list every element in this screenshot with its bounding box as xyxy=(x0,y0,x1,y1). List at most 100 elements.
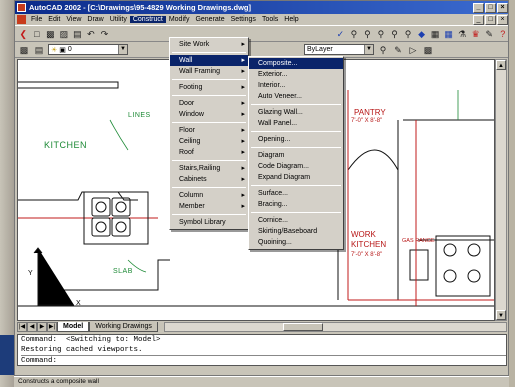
menu-item-quoining[interactable]: Quoining... xyxy=(249,237,343,248)
layers-manager-icon[interactable]: ▩ xyxy=(18,44,30,56)
menu-item-exterior[interactable]: Exterior... xyxy=(249,69,343,80)
prev-tab-icon[interactable]: ◀ xyxy=(27,321,37,332)
menu-construct[interactable]: Construct xyxy=(129,16,166,23)
menu-item-door[interactable]: Door xyxy=(170,98,248,109)
layer-previous-icon[interactable]: ▤ xyxy=(33,44,45,56)
zoom-previous-icon[interactable]: ⚲ xyxy=(376,28,387,40)
scroll-track[interactable] xyxy=(496,70,506,310)
menu-item-site-work[interactable]: Site Work xyxy=(170,39,248,50)
tab-working-drawings[interactable]: Working Drawings xyxy=(89,321,158,332)
menu-item-member[interactable]: Member xyxy=(170,201,248,212)
design-center-icon[interactable]: ▦ xyxy=(430,28,441,40)
command-prompt[interactable]: Command: xyxy=(21,355,506,366)
menu-item-expand-diagram[interactable]: Expand Diagram xyxy=(249,172,343,183)
tool-palette-icon[interactable]: ▦ xyxy=(443,28,454,40)
zoom-realtime-icon[interactable]: ⚲ xyxy=(349,28,360,40)
menu-separator xyxy=(172,122,246,123)
menu-item-ceiling[interactable]: Ceiling xyxy=(170,136,248,147)
menu-utility[interactable]: Utility xyxy=(107,16,130,23)
menu-separator xyxy=(251,185,341,186)
menu-file[interactable]: File xyxy=(28,16,45,23)
kitchen-label: KITCHEN xyxy=(44,140,88,150)
command-line[interactable]: Command: <Switching to: Model> Restoring… xyxy=(17,334,507,366)
layer-states-icon[interactable]: ▩ xyxy=(422,44,434,56)
ucs-y-label: Y xyxy=(28,270,33,277)
adcenter-icon[interactable]: ⚗ xyxy=(457,28,468,40)
menu-draw[interactable]: Draw xyxy=(84,16,106,23)
save-icon[interactable]: ▨ xyxy=(59,28,70,40)
menu-item-column[interactable]: Column xyxy=(170,190,248,201)
pan-icon[interactable]: ✓ xyxy=(335,28,346,40)
first-tab-icon[interactable]: |◀ xyxy=(17,321,27,332)
redo-icon[interactable]: ↷ xyxy=(99,28,110,40)
print-icon[interactable]: ▤ xyxy=(72,28,83,40)
menu-modify[interactable]: Modify xyxy=(166,16,193,23)
minimize-button[interactable]: _ xyxy=(473,2,484,13)
menu-separator xyxy=(172,160,246,161)
tab-model[interactable]: Model xyxy=(57,321,90,332)
help-icon[interactable]: ? xyxy=(497,28,508,40)
menu-separator xyxy=(251,147,341,148)
menu-tools[interactable]: Tools xyxy=(259,16,281,23)
close-button[interactable]: × xyxy=(497,2,508,13)
open-file-icon[interactable]: ▩ xyxy=(45,28,56,40)
quick-select-icon[interactable]: ▷ xyxy=(407,44,419,56)
menu-item-roof[interactable]: Roof xyxy=(170,147,248,158)
layer-dropdown[interactable]: ☀ ▣ 0 ▼ xyxy=(48,44,128,55)
menu-item-wall-panel[interactable]: Wall Panel... xyxy=(249,118,343,129)
document-icon[interactable] xyxy=(17,15,26,24)
pantry-label: PANTRY xyxy=(354,108,386,117)
autocad-app-icon[interactable] xyxy=(17,3,26,12)
menu-item-cornice[interactable]: Cornice... xyxy=(249,215,343,226)
zoom-in-icon[interactable]: ⚲ xyxy=(389,28,400,40)
horizontal-scroll-thumb[interactable] xyxy=(282,322,323,331)
menu-item-surface[interactable]: Surface... xyxy=(249,188,343,199)
menu-item-composite[interactable]: Composite... xyxy=(249,58,343,69)
properties-icon[interactable]: ◆ xyxy=(416,28,427,40)
horizontal-scrollbar[interactable] xyxy=(163,321,507,332)
markup-icon[interactable]: ✎ xyxy=(484,28,495,40)
menu-help[interactable]: Help xyxy=(281,16,301,23)
menu-edit[interactable]: Edit xyxy=(45,16,63,23)
zoom-window-icon[interactable]: ⚲ xyxy=(362,28,373,40)
restore-button[interactable]: □ xyxy=(485,2,496,13)
doc-restore-button[interactable]: □ xyxy=(485,14,496,25)
undo-icon[interactable]: ↶ xyxy=(86,28,97,40)
scroll-up-icon[interactable]: ▲ xyxy=(496,60,506,70)
menu-item-stairs-railing[interactable]: Stairs,Railing xyxy=(170,163,248,174)
zoom-out-icon[interactable]: ⚲ xyxy=(403,28,414,40)
document-controls: _ □ × xyxy=(472,14,508,25)
menu-settings[interactable]: Settings xyxy=(228,16,259,23)
menu-item-cabinets[interactable]: Cabinets xyxy=(170,174,248,185)
menu-item-footing[interactable]: Footing xyxy=(170,82,248,93)
new-file-icon[interactable]: □ xyxy=(32,28,43,40)
menu-view[interactable]: View xyxy=(63,16,84,23)
next-tab-icon[interactable]: ▶ xyxy=(37,321,47,332)
vertical-scrollbar[interactable]: ▲ ▼ xyxy=(495,59,507,321)
scroll-down-icon[interactable]: ▼ xyxy=(496,310,506,320)
menu-item-diagram[interactable]: Diagram xyxy=(249,150,343,161)
menu-item-opening[interactable]: Opening... xyxy=(249,134,343,145)
menu-item-skirting-baseboard[interactable]: Skirting/Baseboard xyxy=(249,226,343,237)
wall-submenu: Composite... Exterior... Interior... Aut… xyxy=(248,56,344,250)
dbconnect-icon[interactable]: ♛ xyxy=(470,28,481,40)
menu-item-auto-veneer[interactable]: Auto Veneer... xyxy=(249,91,343,102)
doc-close-button[interactable]: × xyxy=(497,14,508,25)
doc-minimize-button[interactable]: _ xyxy=(473,14,484,25)
match-properties-icon[interactable]: ✎ xyxy=(392,44,404,56)
menu-item-wall[interactable]: Wall xyxy=(170,55,248,66)
properties-search-icon[interactable]: ⚲ xyxy=(377,44,389,56)
last-tab-icon[interactable]: ▶| xyxy=(47,321,57,332)
back-icon[interactable]: ❮ xyxy=(18,28,29,40)
menu-generate[interactable]: Generate xyxy=(192,16,227,23)
menu-item-glazing-wall[interactable]: Glazing Wall... xyxy=(249,107,343,118)
menu-separator xyxy=(251,212,341,213)
linetype-dropdown[interactable]: ByLayer ▼ xyxy=(304,44,374,55)
menu-item-interior[interactable]: Interior... xyxy=(249,80,343,91)
menu-item-floor[interactable]: Floor xyxy=(170,125,248,136)
menu-item-wall-framing[interactable]: Wall Framing xyxy=(170,66,248,77)
menu-item-symbol-library[interactable]: Symbol Library xyxy=(170,217,248,228)
menu-item-window[interactable]: Window xyxy=(170,109,248,120)
menu-item-code-diagram[interactable]: Code Diagram... xyxy=(249,161,343,172)
menu-item-bracing[interactable]: Bracing... xyxy=(249,199,343,210)
